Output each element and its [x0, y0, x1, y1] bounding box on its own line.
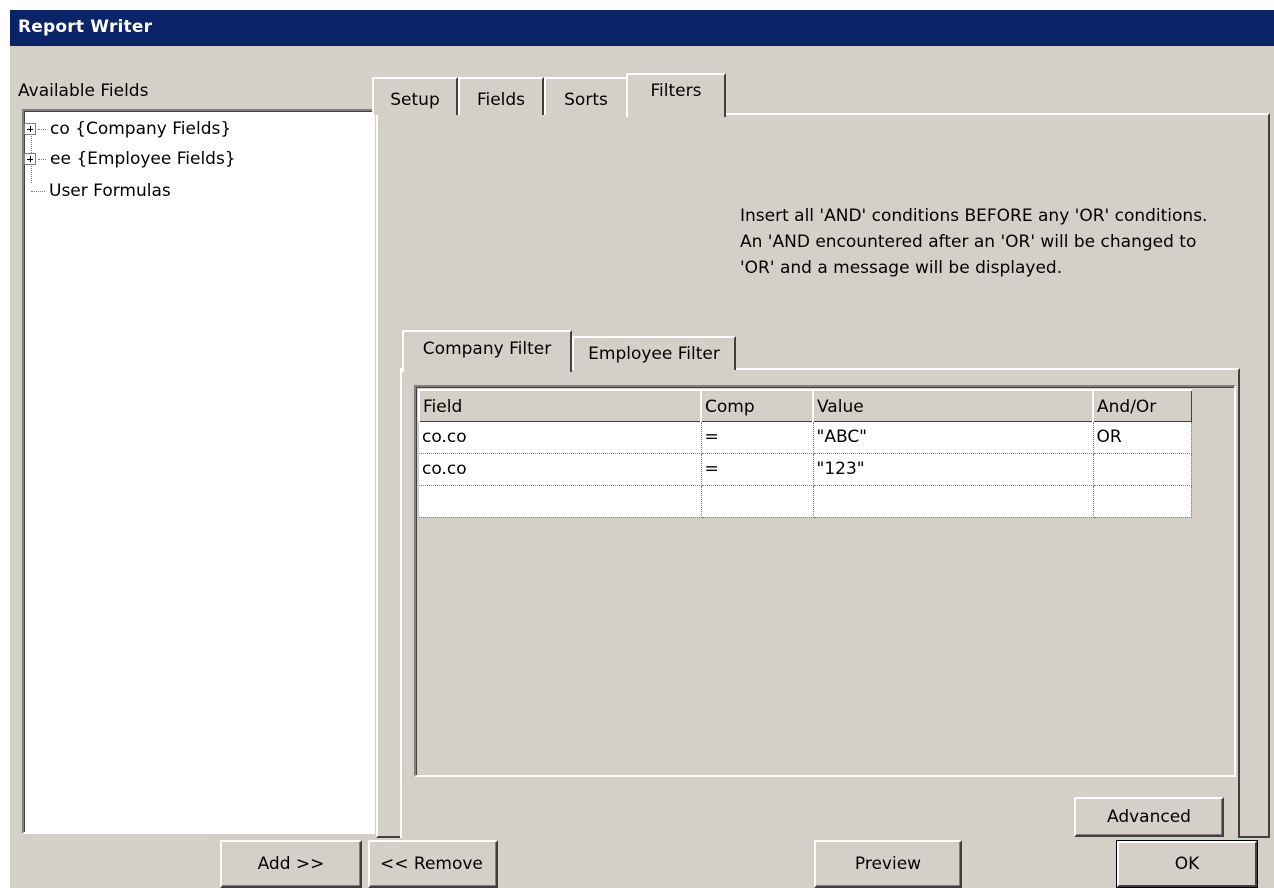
col-header-comp[interactable]: Comp [700, 389, 814, 422]
add-button[interactable]: Add >> [220, 840, 362, 888]
cell-value[interactable]: "ABC" [813, 421, 1094, 454]
window-title: Report Writer [18, 17, 153, 37]
tree-content: co {Company Fields} ee {Employee Fields}… [24, 112, 364, 832]
table-row [419, 485, 1192, 518]
cell-field[interactable] [419, 485, 702, 518]
tree-node-label: ee {Employee Fields} [50, 149, 236, 169]
subtab-company-filter[interactable]: Company Filter [402, 330, 572, 372]
subtab-employee-filter[interactable]: Employee Filter [572, 336, 736, 370]
col-header-and-or[interactable]: And/Or [1092, 389, 1192, 422]
subtab-company-filter-label: Company Filter [422, 339, 552, 359]
available-fields-label: Available Fields [18, 81, 149, 101]
col-header-field[interactable]: Field [418, 389, 702, 422]
title-bar: Report Writer [10, 10, 1274, 46]
tab-sorts[interactable]: Sorts [544, 77, 628, 115]
tab-fields[interactable]: Fields [458, 77, 544, 115]
tree-node-company-fields[interactable]: co {Company Fields} [24, 118, 231, 140]
ok-button[interactable]: OK [1116, 840, 1258, 888]
tree-node-label: User Formulas [49, 181, 171, 201]
advanced-button[interactable]: Advanced [1074, 797, 1224, 837]
cell-field[interactable]: co.co [419, 421, 702, 454]
tab-sorts-label: Sorts [564, 90, 608, 110]
ok-button-label: OK [1117, 841, 1257, 887]
remove-button[interactable]: << Remove [368, 840, 498, 888]
cell-comp[interactable]: = [701, 421, 814, 454]
expand-plus-icon[interactable] [24, 123, 36, 135]
cell-and-or[interactable]: OR [1093, 421, 1192, 454]
filter-instructions: Insert all 'AND' conditions BEFORE any '… [740, 206, 1208, 278]
filter-table: Field Comp Value And/Or co.co = "ABC" OR… [418, 389, 1192, 518]
cell-and-or[interactable] [1093, 485, 1192, 518]
cell-value[interactable]: "123" [813, 453, 1094, 486]
tab-setup-label: Setup [390, 90, 440, 110]
expand-plus-icon[interactable] [24, 153, 36, 165]
cell-and-or[interactable] [1093, 453, 1192, 486]
tree-dots [38, 158, 46, 160]
tab-filters[interactable]: Filters [626, 73, 726, 117]
cell-comp[interactable] [701, 485, 814, 518]
cell-value[interactable] [813, 485, 1094, 518]
tree-node-user-formulas[interactable]: User Formulas [31, 180, 171, 202]
tree-dots [31, 190, 45, 192]
tab-filters-label: Filters [650, 81, 702, 101]
tab-fields-label: Fields [476, 90, 526, 110]
tree-node-employee-fields[interactable]: ee {Employee Fields} [24, 148, 236, 170]
tab-setup[interactable]: Setup [372, 77, 458, 115]
cell-comp[interactable]: = [701, 453, 814, 486]
table-row: co.co = "123" [419, 453, 1192, 486]
cell-field[interactable]: co.co [419, 453, 702, 486]
subtab-employee-filter-label: Employee Filter [588, 344, 720, 364]
tree-dots [38, 128, 46, 130]
table-row: co.co = "ABC" OR [419, 421, 1192, 454]
preview-button[interactable]: Preview [814, 840, 962, 888]
filter-grid[interactable]: Field Comp Value And/Or co.co = "ABC" OR… [414, 385, 1236, 777]
col-header-value[interactable]: Value [812, 389, 1094, 422]
tree-node-label: co {Company Fields} [50, 119, 232, 139]
grid-header-row: Field Comp Value And/Or [418, 389, 1192, 422]
